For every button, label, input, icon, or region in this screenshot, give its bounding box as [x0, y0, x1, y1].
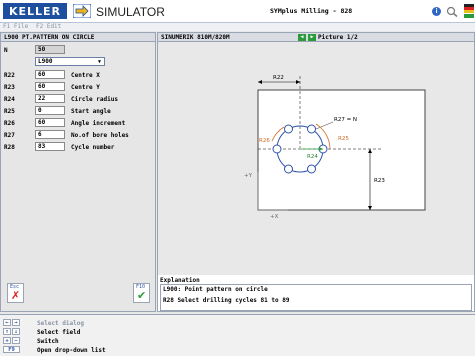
param-description: No.of bore holes	[71, 132, 129, 139]
r26-label: R26	[259, 138, 270, 144]
menu-edit[interactable]: F2 Edit	[36, 23, 61, 30]
flag-icon[interactable]	[463, 3, 475, 19]
param-row-r24: R24 22 Circle radius	[1, 94, 155, 104]
param-value-field[interactable]: 60	[35, 82, 65, 91]
explanation-title: Explanation	[160, 277, 200, 284]
hint-text: Select field	[37, 329, 81, 336]
explanation-line: L900: Point pattern on circle	[163, 286, 268, 293]
control-header: SINUMERIK 810M/820M ◀ ▶ Picture 1/2	[158, 33, 474, 42]
param-description: Start angle	[71, 108, 111, 115]
r24-label: R24	[307, 154, 318, 160]
plus-y-label: +Y	[244, 173, 253, 179]
param-row-r28: R28 83 Cycle number	[1, 142, 155, 152]
help-panel: SINUMERIK 810M/820M ◀ ▶ Picture 1/2 R22 …	[157, 32, 475, 312]
keller-logo: KELLER	[3, 3, 67, 19]
param-row-r23: R23 60 Centre Y	[1, 82, 155, 92]
explanation-line: R28 Select drilling cycles 81 to 89	[163, 297, 290, 304]
param-description: Circle radius	[71, 96, 118, 103]
r25-label: R25	[338, 136, 349, 142]
param-value-field[interactable]: 60	[35, 70, 65, 79]
hint-text: Switch	[37, 338, 59, 345]
param-label: R23	[4, 84, 15, 91]
param-description: Angle increment	[71, 120, 126, 127]
hint-row: + − Switch	[3, 337, 59, 346]
r23-label: R23	[374, 178, 385, 184]
plus-icon: +	[3, 337, 11, 344]
circle-pattern-diagram: R22 R23 R24 R27 = N R25 R26 +Y +X	[158, 42, 474, 275]
cancel-x-icon: ✗	[11, 289, 21, 302]
param-row-r27: R27 6 No.of bore holes	[1, 130, 155, 140]
param-value-field[interactable]: 22	[35, 94, 65, 103]
prev-picture-icon[interactable]: ◀	[298, 34, 306, 41]
param-label: N	[4, 47, 8, 54]
hint-row: F9 Open drop-down list	[3, 346, 106, 355]
hint-text: Select dialog	[37, 320, 84, 327]
param-value-field[interactable]: 6	[35, 130, 65, 139]
param-description: Centre X	[71, 72, 100, 79]
n-field[interactable]: 50	[35, 45, 65, 54]
param-value-field[interactable]: 83	[35, 142, 65, 151]
cycle-row: L900 ▼	[1, 57, 155, 67]
arrow-down-icon: ↓	[12, 328, 20, 335]
f10-ok-button[interactable]: F10 ✔	[133, 283, 150, 303]
param-value-field[interactable]: 60	[35, 118, 65, 127]
hint-row: ← → Select dialog	[3, 319, 84, 328]
r22-label: R22	[273, 75, 284, 81]
app-title: SIMULATOR	[96, 5, 165, 19]
param-label: R24	[4, 96, 15, 103]
param-description: Cycle number	[71, 144, 115, 151]
arrow-left-icon: ←	[3, 319, 11, 326]
picture-label: Picture 1/2	[318, 34, 358, 41]
param-row-r26: R26 60 Angle increment	[1, 118, 155, 128]
r27-label: R27 = N	[334, 117, 357, 123]
window-title: SYMplus Milling - 828	[270, 7, 353, 15]
param-row-r25: R25 0 Start angle	[1, 106, 155, 116]
param-label: R28	[4, 144, 15, 151]
param-row-n: N 50	[1, 45, 155, 55]
chevron-down-icon[interactable]: ▼	[96, 59, 103, 65]
hint-text: Open drop-down list	[37, 347, 106, 354]
menu-file[interactable]: F1 File	[3, 23, 28, 30]
param-description: Centre Y	[71, 84, 100, 91]
arrow-up-icon: ↑	[3, 328, 11, 335]
key-hints-bar: ← → Select dialog ↑ ↓ Select field + − Swit…	[0, 314, 475, 356]
plus-x-label: +X	[270, 214, 279, 220]
cycle-dropdown-value: L900	[38, 58, 53, 65]
next-picture-icon[interactable]: ▶	[308, 34, 316, 41]
menu-bar: F1 File F2 Edit	[0, 23, 475, 31]
panel-title: L900 PT.PATTERN ON CIRCLE	[1, 33, 155, 42]
search-icon[interactable]	[446, 6, 458, 17]
param-value-field[interactable]: 0	[35, 106, 65, 115]
param-label: R26	[4, 120, 15, 127]
minus-icon: −	[12, 337, 20, 344]
explanation-box: L900: Point pattern on circle R28 Select…	[160, 284, 472, 311]
f9-key: F9	[3, 346, 20, 353]
esc-button[interactable]: Esc ✗	[7, 283, 24, 303]
param-label: R27	[4, 132, 15, 139]
parameter-panel: L900 PT.PATTERN ON CIRCLE N 50 L900 ▼ Es…	[0, 32, 156, 312]
cycle-dropdown[interactable]: L900 ▼	[35, 57, 105, 66]
hint-row: ↑ ↓ Select field	[3, 328, 80, 337]
checkmark-icon: ✔	[137, 289, 147, 302]
arrow-right-icon	[73, 4, 91, 18]
param-label: R22	[4, 72, 15, 79]
control-name: SINUMERIK 810M/820M	[161, 34, 230, 41]
param-label: R25	[4, 108, 15, 115]
title-bar: KELLER SIMULATOR SYMplus Milling - 828 i	[0, 0, 475, 23]
info-icon[interactable]: i	[432, 7, 441, 16]
arrow-right-icon: →	[12, 319, 20, 326]
param-row-r22: R22 60 Centre X	[1, 70, 155, 80]
